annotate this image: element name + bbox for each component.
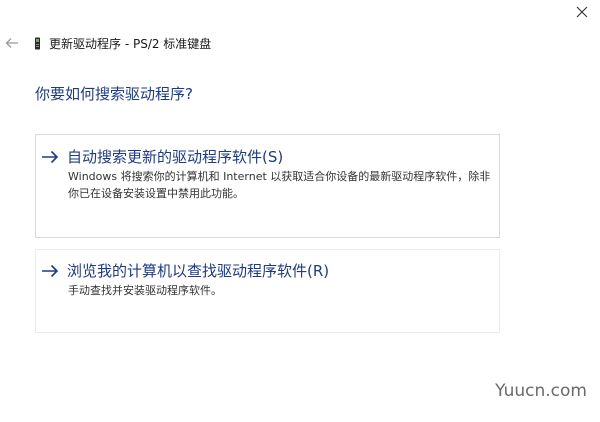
option-header: 浏览我的计算机以查找驱动程序软件(R) — [40, 260, 329, 281]
back-button[interactable] — [4, 35, 20, 51]
auto-search-option[interactable]: 自动搜索更新的驱动程序软件(S) Windows 将搜索你的计算机和 Inter… — [35, 134, 500, 238]
window-title: 更新驱动程序 - PS/2 标准键盘 — [49, 36, 212, 51]
arrow-right-icon — [40, 150, 60, 164]
close-icon — [576, 6, 588, 18]
option-title: 自动搜索更新的驱动程序软件(S) — [67, 148, 284, 166]
close-button[interactable] — [574, 4, 590, 20]
watermark: Yuucn.com — [495, 381, 587, 401]
arrow-right-icon — [40, 264, 60, 278]
option-header: 自动搜索更新的驱动程序软件(S) — [40, 146, 283, 167]
option-title: 浏览我的计算机以查找驱动程序软件(R) — [67, 262, 330, 280]
update-driver-dialog: 更新驱动程序 - PS/2 标准键盘 你要如何搜索驱动程序? 自动搜索更新的驱动… — [0, 0, 600, 422]
page-heading: 你要如何搜索驱动程序? — [35, 85, 193, 103]
back-arrow-icon — [5, 38, 18, 48]
option-description: Windows 将搜索你的计算机和 Internet 以获取适合你设备的最新驱动… — [68, 170, 491, 200]
title-bar: 更新驱动程序 - PS/2 标准键盘 — [34, 34, 211, 52]
browse-computer-option[interactable]: 浏览我的计算机以查找驱动程序软件(R) 手动查找并安装驱动程序软件。 — [35, 249, 500, 333]
option-description: 手动查找并安装驱动程序软件。 — [68, 284, 222, 297]
keyboard-device-icon — [34, 37, 41, 50]
